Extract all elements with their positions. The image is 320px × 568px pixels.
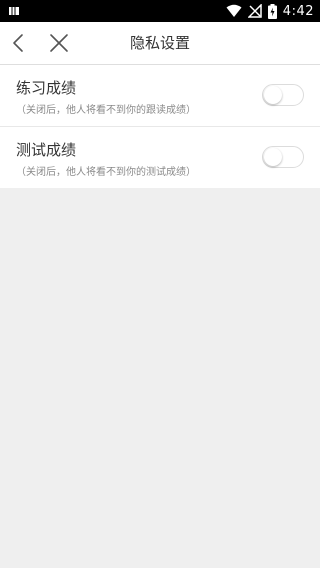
setting-row-practice-score: 练习成绩 （关闭后，他人将看不到你的跟读成绩） [0,65,320,126]
setting-title: 测试成绩 [16,141,77,159]
toggle-knob [264,148,282,166]
setting-title: 练习成绩 [16,79,77,97]
status-time: 4:42 [282,3,314,19]
practice-score-toggle[interactable] [262,84,304,106]
wifi-icon [226,4,242,17]
toggle-knob [264,86,282,104]
status-icons: 4:42 [226,0,314,22]
settings-list: 练习成绩 （关闭后，他人将看不到你的跟读成绩） 测试成绩 （关闭后，他人将看不到… [0,65,320,188]
setting-description: （关闭后，他人将看不到你的跟读成绩） [16,105,196,116]
notification-icon [9,7,19,15]
setting-description: （关闭后，他人将看不到你的测试成绩） [16,167,196,178]
test-score-toggle[interactable] [262,146,304,168]
nav-bar: 隐私设置 [0,22,320,65]
setting-row-test-score: 测试成绩 （关闭后，他人将看不到你的测试成绩） [0,126,320,188]
battery-charging-icon [267,3,277,19]
no-signal-icon [247,4,262,18]
page-title: 隐私设置 [129,34,190,52]
status-bar: 4:42 [0,0,320,22]
